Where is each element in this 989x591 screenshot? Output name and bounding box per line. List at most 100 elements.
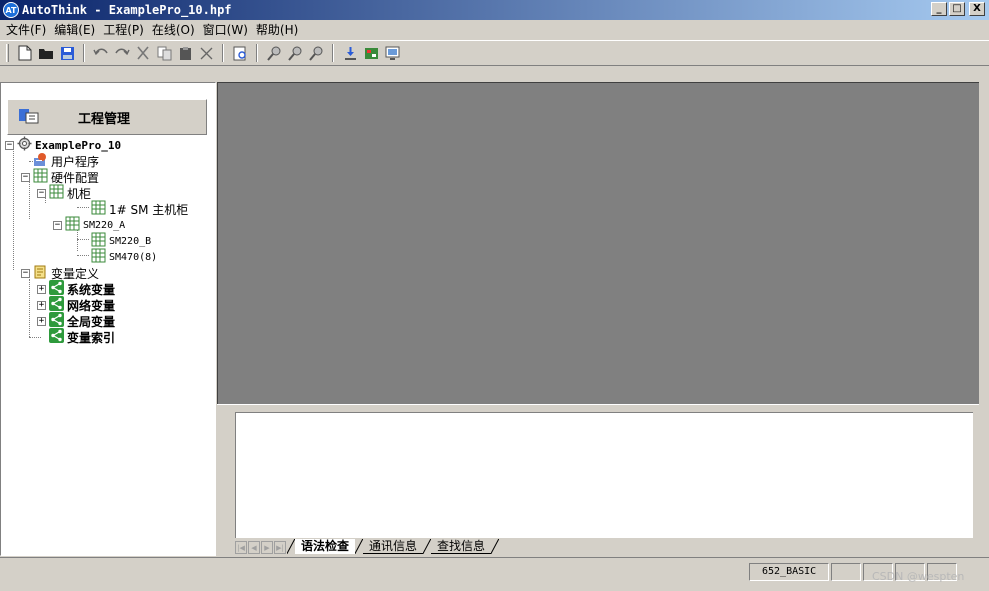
share-icon <box>49 328 64 346</box>
tree-item-sm470[interactable]: SM470(8) <box>91 248 158 266</box>
status-pane-empty <box>831 563 861 581</box>
tree-label-cabinet: 机柜 <box>67 186 92 201</box>
tab-comm-info[interactable]: 通讯信息 <box>363 539 424 554</box>
close-button[interactable]: X <box>969 2 985 16</box>
tree-label-hardware-config: 硬件配置 <box>51 170 100 185</box>
tree-item-sys-vars[interactable]: + 系统变量 <box>37 280 116 297</box>
minimize-button[interactable]: _ <box>931 2 947 16</box>
tree-item-user-program[interactable]: 用户程序 <box>33 153 99 169</box>
tree-item-var-index[interactable]: 变量索引 <box>49 328 116 346</box>
watermark-text: CSDN @wespten <box>872 570 965 583</box>
menu-online[interactable]: 在线(O) <box>150 21 201 38</box>
redo-icon[interactable] <box>113 44 131 62</box>
hardware-icon <box>49 184 64 202</box>
tree-label-net-vars: 网络变量 <box>67 298 116 313</box>
workspace-area[interactable] <box>217 82 979 404</box>
tree-label-sm470: SM470(8) <box>109 251 158 263</box>
variable-folder-icon <box>33 264 48 282</box>
copy-icon[interactable] <box>155 44 173 62</box>
find-icon[interactable] <box>265 44 283 62</box>
hardware-icon <box>91 248 106 266</box>
tree-line <box>29 337 41 338</box>
project-panel: 工程管理 − ExamplePro_10 用户程序 − 硬件配置 − 机柜 1#… <box>0 82 216 556</box>
tree-label-var-def: 变量定义 <box>51 266 100 281</box>
tree-line <box>13 149 14 270</box>
menu-edit[interactable]: 编辑(E) <box>52 21 101 38</box>
app-icon: AT <box>3 2 19 18</box>
tree-line <box>29 279 30 337</box>
collapse-toggle[interactable]: − <box>21 172 30 182</box>
output-text-area[interactable] <box>235 412 973 538</box>
tree-item-sm220b[interactable]: SM220_B <box>91 232 152 249</box>
hardware-icon <box>65 216 80 234</box>
maximize-button[interactable]: □ <box>949 2 965 16</box>
menu-window[interactable]: 窗口(W) <box>201 21 254 38</box>
tree-item-sm220a[interactable]: − SM220_A <box>53 216 126 234</box>
tree-line <box>77 255 89 256</box>
last-tab-icon[interactable]: ▶| <box>274 541 286 554</box>
compile-icon[interactable] <box>362 44 380 62</box>
collapse-toggle[interactable]: − <box>37 188 46 198</box>
delete-icon[interactable] <box>197 44 215 62</box>
tree-line <box>77 239 89 240</box>
toolbar-separator <box>256 44 258 62</box>
expand-toggle[interactable]: + <box>37 316 46 326</box>
save-icon[interactable] <box>58 44 76 62</box>
tree-label-project: ExamplePro_10 <box>35 138 122 152</box>
project-panel-title: 工程管理 <box>78 111 131 127</box>
tree-item-var-def[interactable]: − 变量定义 <box>21 265 99 281</box>
tree-item-cabinet[interactable]: − 机柜 <box>37 184 92 202</box>
tree-item-hardware-config[interactable]: − 硬件配置 <box>21 168 100 186</box>
tree-item-project[interactable]: − ExamplePro_10 <box>5 136 122 154</box>
preview-icon[interactable] <box>231 44 249 62</box>
toolbar-separator <box>332 44 334 62</box>
monitor-icon[interactable] <box>383 44 401 62</box>
gear-icon <box>17 136 32 154</box>
hardware-icon <box>91 200 106 218</box>
project-panel-header: 工程管理 <box>7 99 207 135</box>
open-icon[interactable] <box>37 44 55 62</box>
tree-label-user-program: 用户程序 <box>51 154 100 169</box>
tree-item-global-vars[interactable]: + 全局变量 <box>37 312 116 329</box>
toolbar-grip[interactable] <box>6 44 9 62</box>
status-model: 652_BASIC <box>749 563 829 581</box>
tree-label-main-cabinet: 1# SM 主机柜 <box>109 202 189 217</box>
menu-project[interactable]: 工程(P) <box>101 21 150 38</box>
menu-file[interactable]: 文件(F) <box>4 21 52 38</box>
paste-icon[interactable] <box>176 44 194 62</box>
tree-label-var-index: 变量索引 <box>67 330 116 345</box>
title-bar: AT AutoThink - ExamplePro_10.hpf _ □ X <box>0 0 989 20</box>
tab-find-info[interactable]: 查找信息 <box>431 539 492 554</box>
collapse-toggle[interactable]: − <box>5 140 14 150</box>
collapse-toggle[interactable]: − <box>21 268 30 278</box>
next-tab-icon[interactable]: ▶ <box>261 541 273 554</box>
new-icon[interactable] <box>16 44 34 62</box>
hardware-icon <box>33 168 48 186</box>
expand-toggle[interactable]: + <box>37 284 46 294</box>
output-panel: |◀ ◀ ▶ ▶| 语法检查 通讯信息 查找信息 <box>217 408 979 556</box>
expand-toggle[interactable]: + <box>37 300 46 310</box>
undo-icon[interactable] <box>92 44 110 62</box>
toolbar-separator <box>83 44 85 62</box>
tree-label-sys-vars: 系统变量 <box>67 282 116 297</box>
tree-item-net-vars[interactable]: + 网络变量 <box>37 296 116 313</box>
toolbar <box>0 40 989 66</box>
toolbar-separator <box>222 44 224 62</box>
menu-help[interactable]: 帮助(H) <box>254 21 304 38</box>
tab-syntax-check[interactable]: 语法检查 <box>295 539 356 554</box>
cut-icon[interactable] <box>134 44 152 62</box>
menu-bar: 文件(F) 编辑(E) 工程(P) 在线(O) 窗口(W) 帮助(H) <box>0 20 989 39</box>
tree-line <box>77 207 89 208</box>
tree-label-sm220b: SM220_B <box>109 235 152 247</box>
tree-item-main-cabinet[interactable]: 1# SM 主机柜 <box>91 200 189 218</box>
first-tab-icon[interactable]: |◀ <box>235 541 247 554</box>
find-next-icon[interactable] <box>286 44 304 62</box>
replace-icon[interactable] <box>307 44 325 62</box>
tree-label-sm220a: SM220_A <box>83 219 126 231</box>
prev-tab-icon[interactable]: ◀ <box>248 541 260 554</box>
collapse-toggle[interactable]: − <box>53 220 62 230</box>
tree-label-global-vars: 全局变量 <box>67 314 116 329</box>
download-icon[interactable] <box>341 44 359 62</box>
window-controls: _ □ X <box>931 2 985 16</box>
project-manager-icon <box>18 107 40 128</box>
